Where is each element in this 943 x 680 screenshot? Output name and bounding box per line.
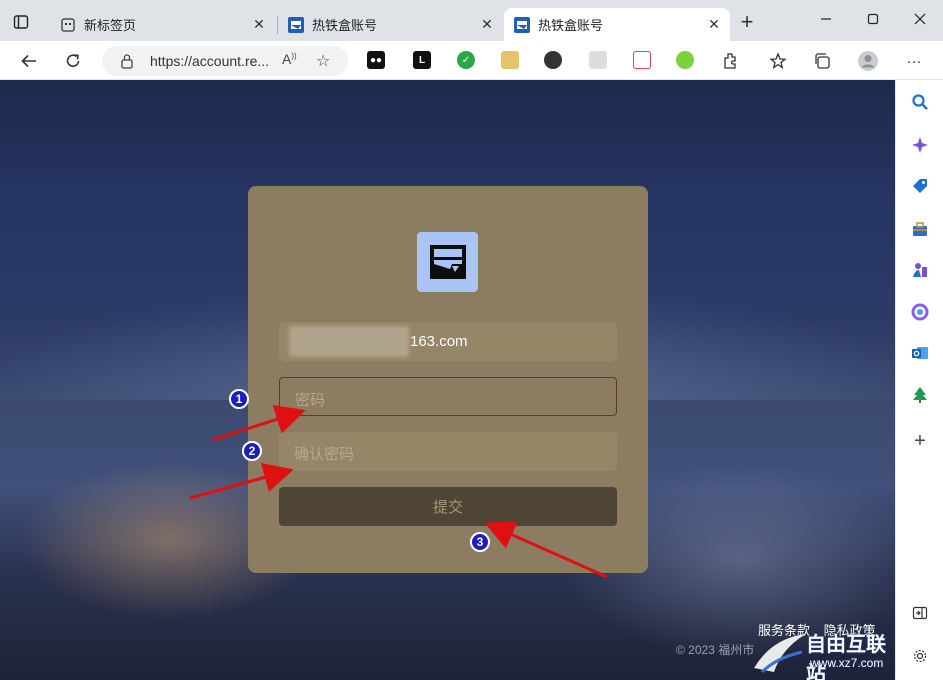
tab-account-1[interactable]: 热铁盒账号 ✕ [278, 8, 503, 41]
extension-icon[interactable] [589, 51, 607, 69]
hide-sidebar-icon[interactable] [910, 603, 930, 623]
new-tab-icon [60, 17, 76, 33]
annotation-arrows [189, 404, 608, 579]
arrow-to-password [211, 404, 306, 442]
extension-icon[interactable] [676, 51, 694, 69]
add-sidebar-app-icon[interactable]: + [910, 430, 930, 452]
minimize-icon[interactable] [815, 8, 837, 30]
address-bar[interactable]: https://account.re... A)) ☆ [102, 46, 348, 76]
shopping-tag-icon[interactable] [910, 176, 930, 196]
back-icon[interactable] [17, 49, 41, 73]
tab-label: 新标签页 [84, 18, 137, 33]
arrow-to-confirm-password [189, 462, 294, 500]
read-aloud-icon[interactable]: A)) [282, 51, 297, 67]
site-logo-icon [514, 16, 530, 33]
refresh-icon[interactable] [61, 49, 85, 73]
microsoft365-icon[interactable] [910, 302, 930, 322]
tab-strip: 新标签页 ✕ 热铁盒账号 ✕ 热铁盒账号 ✕ + [0, 0, 943, 41]
url-text[interactable]: https://account.re... [150, 53, 275, 69]
lock-icon [120, 53, 134, 69]
outlook-icon[interactable] [910, 343, 930, 363]
close-tab-icon[interactable]: ✕ [706, 16, 722, 32]
shield-extension-icon[interactable]: ✓ [457, 51, 475, 69]
maximize-icon[interactable] [862, 8, 884, 30]
tab-label: 热铁盒账号 [538, 18, 604, 33]
site-logo-icon [288, 16, 304, 33]
extension-icon[interactable]: L [413, 51, 431, 69]
page-background: 163.com 密码 确认密码 提交 服务条款 隐私政策 © 2023 福州市 … [0, 80, 895, 680]
copilot-icon[interactable] [910, 135, 930, 155]
profile-avatar-icon[interactable] [856, 49, 880, 73]
tab-label: 热铁盒账号 [312, 18, 378, 33]
more-menu-icon[interactable]: ··· [902, 49, 926, 73]
collections-icon[interactable] [810, 49, 834, 73]
tree-icon[interactable] [910, 385, 930, 405]
arrow-to-submit [484, 521, 608, 579]
new-tab-button[interactable]: + [736, 11, 758, 34]
close-window-icon[interactable] [909, 8, 931, 30]
favorites-icon[interactable] [766, 49, 790, 73]
tab-actions-icon[interactable] [8, 9, 34, 35]
extensions-icon[interactable] [718, 49, 742, 73]
image-extension-icon[interactable] [501, 51, 519, 69]
close-tab-icon[interactable]: ✕ [251, 16, 267, 32]
edge-sidebar: + [895, 80, 943, 680]
add-favorite-icon[interactable]: ☆ [316, 51, 330, 71]
extension-icon[interactable]: ●● [367, 51, 385, 69]
tools-icon[interactable] [910, 219, 930, 239]
tab-new-tab[interactable]: 新标签页 ✕ [50, 8, 275, 41]
browser-toolbar: https://account.re... A)) ☆ ●● L ✓ ··· [0, 41, 943, 80]
extension-icon[interactable] [544, 51, 562, 69]
tv-extension-icon[interactable] [633, 51, 651, 69]
close-tab-icon[interactable]: ✕ [479, 16, 495, 32]
search-icon[interactable] [910, 92, 930, 112]
tab-account-2[interactable]: 热铁盒账号 ✕ [504, 8, 730, 41]
sidebar-settings-icon[interactable] [910, 646, 930, 666]
games-icon[interactable] [910, 260, 930, 280]
